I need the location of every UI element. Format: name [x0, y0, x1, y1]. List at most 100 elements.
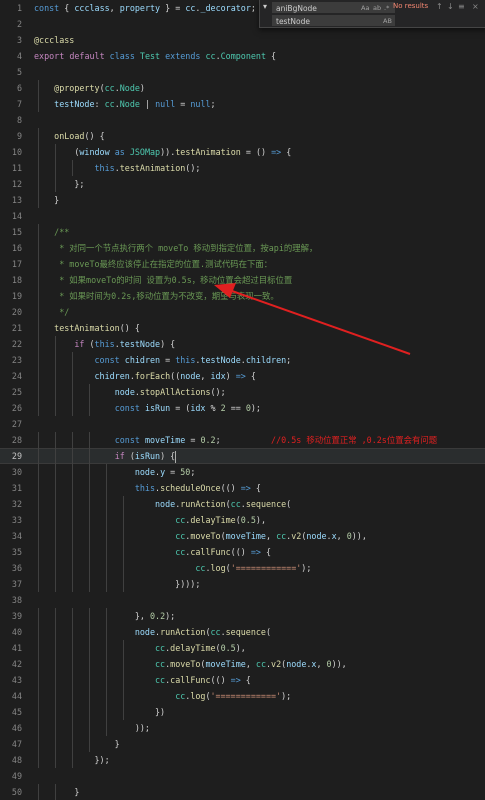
- arrow-up-icon[interactable]: ↑: [436, 2, 443, 11]
- code-token: @ccclass: [34, 35, 75, 45]
- replace-input[interactable]: testNode AB: [272, 15, 395, 26]
- line-number: 33: [11, 515, 22, 525]
- code-line[interactable]: 4 export default class Test extends cc.Co…: [0, 48, 485, 64]
- replace-input-value: testNode: [276, 17, 310, 26]
- code-token: moveTo: [190, 531, 221, 541]
- code-line[interactable]: 13 }: [0, 192, 485, 208]
- code-line[interactable]: 14: [0, 208, 485, 224]
- code-line[interactable]: 10 (window as JSOMap)).testAnimation = (…: [0, 144, 485, 160]
- code-line[interactable]: 26 const isRun = (idx % 2 == 0);: [0, 400, 485, 416]
- code-line[interactable]: 38: [0, 592, 485, 608]
- arrow-down-icon[interactable]: ↓: [447, 2, 454, 11]
- code-line[interactable]: 30 node.y = 50;: [0, 464, 485, 480]
- code-line[interactable]: 44 cc.log('============');: [0, 688, 485, 704]
- code-line[interactable]: 15 /**: [0, 224, 485, 240]
- code-line[interactable]: 43 cc.callFunc(() => {: [0, 672, 485, 688]
- code-editor[interactable]: 1 const { ccclass, property } = cc._decor…: [0, 0, 485, 800]
- code-token: cc: [175, 691, 186, 701]
- code-line[interactable]: 47 }: [0, 736, 485, 752]
- code-token: ;: [250, 3, 256, 13]
- line-number: 20: [11, 307, 22, 317]
- code-token: =>: [271, 147, 282, 157]
- code-token: ;: [190, 467, 196, 477]
- code-token: });: [34, 755, 110, 765]
- code-line[interactable]: 34 cc.moveTo(moveTime, cc.v2(node.x, 0))…: [0, 528, 485, 544]
- code-line[interactable]: 29 if (isRun) {: [0, 448, 485, 464]
- whole-word-toggle[interactable]: ab: [373, 3, 381, 14]
- code-line[interactable]: 37 })));: [0, 576, 485, 592]
- code-line[interactable]: 48 });: [0, 752, 485, 768]
- code-line[interactable]: 49: [0, 768, 485, 784]
- close-icon[interactable]: ×: [472, 2, 479, 11]
- code-line[interactable]: 7 testNode: cc.Node | null = null;: [0, 96, 485, 112]
- code-text: (window as JSOMap)).testAnimation = () =…: [34, 144, 291, 160]
- code-line[interactable]: 3 @ccclass: [0, 32, 485, 48]
- code-token: cc: [195, 563, 206, 573]
- code-line[interactable]: 50 }: [0, 784, 485, 800]
- code-line[interactable]: 33 cc.delayTime(0.5),: [0, 512, 485, 528]
- code-line[interactable]: 16 * 对同一个节点执行两个 moveTo 移动到指定位置，按api的理解，: [0, 240, 485, 256]
- code-line[interactable]: 40 node.runAction(cc.sequence(: [0, 624, 485, 640]
- code-line[interactable]: 5: [0, 64, 485, 80]
- chevron-down-icon[interactable]: ▾: [263, 2, 271, 11]
- code-text: cc.moveTo(moveTime, cc.v2(node.x, 0)),: [34, 528, 367, 544]
- line-number: 4: [16, 51, 22, 61]
- selection-icon[interactable]: ≡: [458, 2, 465, 11]
- code-line[interactable]: 28 const moveTime = 0.2; //0.5s 移动位置正常 ,…: [0, 432, 485, 448]
- match-case-toggle[interactable]: Aa: [361, 3, 369, 14]
- code-token: default: [69, 51, 105, 61]
- regex-toggle[interactable]: .*: [384, 3, 389, 14]
- code-token: );: [301, 563, 312, 573]
- code-token: null: [190, 99, 211, 109]
- code-token: 50: [180, 467, 191, 477]
- code-token: cc: [175, 547, 186, 557]
- line-number: 14: [11, 211, 22, 221]
- code-line[interactable]: 8: [0, 112, 485, 128]
- code-line[interactable]: 20 */: [0, 304, 485, 320]
- code-token: ,: [336, 531, 347, 541]
- code-token: }: [34, 195, 60, 205]
- code-token: stopAllActions: [139, 387, 211, 397]
- code-line[interactable]: 9 onLoad() {: [0, 128, 485, 144]
- code-line[interactable]: 23 const chidren = this.testNode.childre…: [0, 352, 485, 368]
- code-line[interactable]: 11 this.testAnimation();: [0, 160, 485, 176]
- code-line[interactable]: 27: [0, 416, 485, 432]
- line-number: 29: [11, 451, 22, 461]
- code-line[interactable]: 41 cc.delayTime(0.5),: [0, 640, 485, 656]
- code-line[interactable]: 18 * 如果moveTo的时间 设置为0.5s，移动位置会超过目标位置: [0, 272, 485, 288]
- code-line[interactable]: 19 * 如果时间为0.2s,移动位置为不改变，期望与表现一致。: [0, 288, 485, 304]
- code-line[interactable]: 36 cc.log('============');: [0, 560, 485, 576]
- code-line[interactable]: 17 * moveTo最终应该停止在指定的位置.测试代码在下面：: [0, 256, 485, 272]
- code-line[interactable]: 45 }): [0, 704, 485, 720]
- code-line[interactable]: 39 }, 0.2);: [0, 608, 485, 624]
- code-line[interactable]: 6 @property(cc.Node): [0, 80, 485, 96]
- code-line[interactable]: 35 cc.callFunc(() => {: [0, 544, 485, 560]
- code-text: */: [34, 304, 69, 320]
- code-token: JSOMap: [129, 147, 161, 157]
- code-line[interactable]: 31 this.scheduleOnce(() => {: [0, 480, 485, 496]
- code-token: } =: [160, 3, 186, 13]
- code-token: ==: [225, 403, 246, 413]
- find-input[interactable]: aniBgNode Aa ab .*: [272, 2, 395, 13]
- code-token: ));: [34, 723, 150, 733]
- code-line[interactable]: 32 node.runAction(cc.sequence(: [0, 496, 485, 512]
- code-token: chidren: [94, 371, 130, 381]
- code-token: {: [245, 371, 256, 381]
- code-line[interactable]: 22 if (this.testNode) {: [0, 336, 485, 352]
- code-line[interactable]: 42 cc.moveTo(moveTime, cc.v2(node.x, 0))…: [0, 656, 485, 672]
- code-token: callFunc: [170, 675, 211, 685]
- code-line[interactable]: 12 };: [0, 176, 485, 192]
- code-token: })));: [34, 579, 201, 589]
- code-line[interactable]: 46 ));: [0, 720, 485, 736]
- preserve-case-toggle[interactable]: AB: [383, 16, 392, 27]
- code-text: * 如果时间为0.2s,移动位置为不改变，期望与表现一致。: [34, 288, 279, 304]
- code-line[interactable]: 21 testAnimation() {: [0, 320, 485, 336]
- code-token: cc: [276, 531, 287, 541]
- code-line[interactable]: 25 node.stopAllActions();: [0, 384, 485, 400]
- code-line[interactable]: 24 chidren.forEach((node, idx) => {: [0, 368, 485, 384]
